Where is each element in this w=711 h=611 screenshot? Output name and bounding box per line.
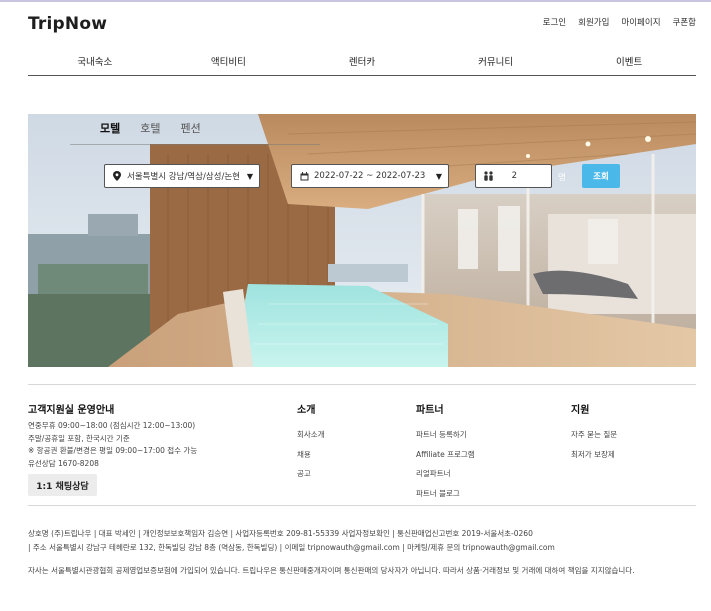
footer-link-partner-blog[interactable]: 파트너 블로그 <box>416 484 475 504</box>
location-select[interactable]: 서울특별시 강남/역삼/삼성/논현 ▼ <box>104 164 260 188</box>
support-phone: 유선상담 1670-8208 <box>28 458 99 468</box>
tab-underline <box>70 144 320 145</box>
support-weekend-note: 주말/공휴일 포함, 한국시간 기준 <box>28 433 130 443</box>
footer-divider-bottom <box>28 505 696 506</box>
guest-unit-label: 명 <box>558 173 566 183</box>
nav-item-event[interactable]: 이벤트 <box>562 48 696 75</box>
mypage-link[interactable]: 마이페이지 <box>621 16 660 28</box>
chevron-down-icon: ▼ <box>246 171 253 181</box>
nav-item-community[interactable]: 커뮤니티 <box>429 48 563 75</box>
date-range-select[interactable]: 2022-07-22 ~ 2022-07-23 ▼ <box>291 164 449 188</box>
footer-link-lowest-price[interactable]: 최저가 보장제 <box>571 445 617 465</box>
footer-link-affiliate[interactable]: Affiliate 프로그램 <box>416 445 475 465</box>
hero-banner: 모텔 호텔 펜션 서울특별시 강남/역삼/삼성/논현 ▼ 2022-07-22 … <box>28 114 696 367</box>
header: TripNow 로그인 회원가입 마이페이지 쿠폰함 <box>28 14 696 36</box>
accommodation-tabs: 모텔 호텔 펜션 <box>100 120 201 140</box>
logo[interactable]: TripNow <box>28 14 107 34</box>
chat-consult-button[interactable]: 1:1 채팅상담 <box>28 474 97 496</box>
footer-divider <box>28 384 696 385</box>
calendar-icon <box>298 171 310 181</box>
customer-support-info: 고객지원실 운영안내 연중무휴 09:00~18:00 (점심시간 12:00~… <box>28 401 268 470</box>
partner-title: 파트너 <box>416 405 444 416</box>
help-title: 지원 <box>571 405 590 416</box>
support-refund-note: ※ 항공권 환불/변경은 평일 09:00~17:00 접수 가능 <box>28 446 198 455</box>
business-info: 상호명 (주)트립나우 | 대표 박세인 | 개인정보보호책임자 김승연 | 사… <box>28 527 698 555</box>
nav-item-activity[interactable]: 액티비티 <box>162 48 296 75</box>
footer-link-notice[interactable]: 공고 <box>297 464 325 484</box>
tab-motel[interactable]: 모텔 <box>100 120 120 140</box>
footer-link-real-partner[interactable]: 리얼파트너 <box>416 464 475 484</box>
search-button[interactable]: 조회 <box>582 164 620 188</box>
footer-about-column: 소개 회사소개 채용 공고 <box>297 401 325 484</box>
footer-link-company[interactable]: 회사소개 <box>297 425 325 445</box>
top-accent-line <box>0 0 711 2</box>
support-hours: 연중무휴 09:00~18:00 (점심시간 12:00~13:00) <box>28 421 196 430</box>
footer-help-column: 지원 자주 묻는 질문 최저가 보장제 <box>571 401 617 464</box>
date-range-value: 2022-07-22 ~ 2022-07-23 <box>314 171 426 181</box>
utility-links: 로그인 회원가입 마이페이지 쿠폰함 <box>543 16 696 28</box>
business-info-line-2: | 주소 서울특별시 강남구 테헤란로 132, 한독빌딩 강남 8층 (역삼동… <box>28 543 555 552</box>
chevron-down-icon: ▼ <box>435 171 442 181</box>
footer-link-careers[interactable]: 채용 <box>297 445 325 465</box>
about-title: 소개 <box>297 405 316 416</box>
login-link[interactable]: 로그인 <box>543 16 566 28</box>
main-nav: 국내숙소 액티비티 렌터카 커뮤니티 이벤트 <box>28 48 696 76</box>
tab-pension[interactable]: 펜션 <box>181 120 201 140</box>
nav-item-domestic-stay[interactable]: 국내숙소 <box>28 48 162 75</box>
map-pin-icon <box>111 171 123 181</box>
people-icon <box>482 171 494 181</box>
signup-link[interactable]: 회원가입 <box>578 16 609 28</box>
guest-count-value: 2 <box>511 171 517 181</box>
support-title: 고객지원실 운영안내 <box>28 405 115 416</box>
footer-partner-column: 파트너 파트너 등록하기 Affiliate 프로그램 리얼파트너 파트너 블로… <box>416 401 475 503</box>
location-value: 서울특별시 강남/역삼/삼성/논현 <box>127 172 240 182</box>
nav-item-rentacar[interactable]: 렌터카 <box>295 48 429 75</box>
guest-count-field[interactable]: 2 <box>475 164 552 188</box>
legal-disclaimer: 자사는 서울특별시관광협회 공제영업보증보험에 가입되어 있습니다. 트립나우은… <box>28 566 635 575</box>
footer-link-faq[interactable]: 자주 묻는 질문 <box>571 425 617 445</box>
coupon-link[interactable]: 쿠폰함 <box>673 16 696 28</box>
footer-link-partner-register[interactable]: 파트너 등록하기 <box>416 425 475 445</box>
hero-pool-image <box>28 114 696 367</box>
business-info-line-1: 상호명 (주)트립나우 | 대표 박세인 | 개인정보보호책임자 김승연 | 사… <box>28 529 533 538</box>
tab-hotel[interactable]: 호텔 <box>140 120 160 140</box>
